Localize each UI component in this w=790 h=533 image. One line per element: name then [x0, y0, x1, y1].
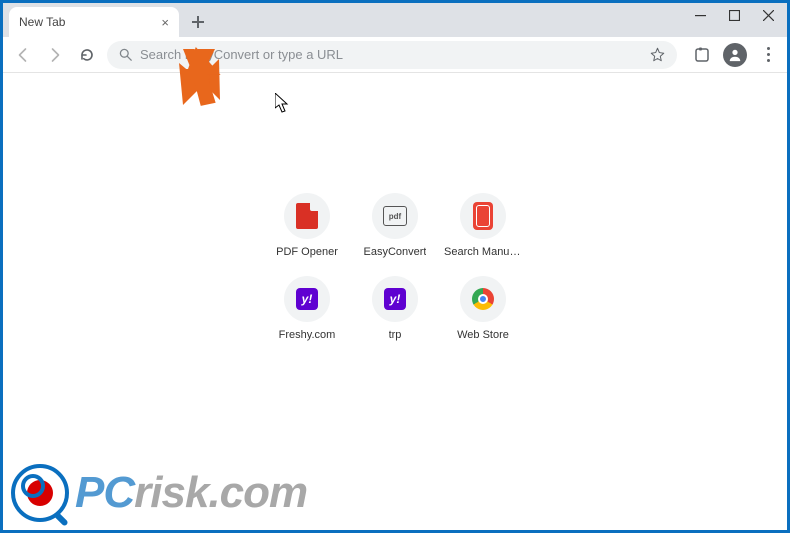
extensions-button[interactable] [691, 44, 713, 66]
close-tab-icon[interactable]: × [161, 16, 169, 29]
extension-icon [694, 47, 710, 63]
shortcut-icon [460, 193, 506, 239]
shortcut-icon: y! [372, 276, 418, 322]
shortcut-tile[interactable]: y! trp [355, 276, 435, 341]
search-icon [119, 48, 132, 61]
star-icon[interactable] [650, 47, 665, 62]
shortcut-label: PDF Opener [276, 246, 338, 258]
close-icon [763, 10, 774, 21]
window-controls [683, 3, 785, 27]
menu-button[interactable] [757, 44, 779, 66]
shortcut-tile[interactable]: y! Freshy.com [267, 276, 347, 341]
browser-toolbar [3, 37, 787, 73]
minimize-button[interactable] [683, 3, 717, 27]
shortcut-label: Search Manua... [444, 246, 522, 258]
shortcut-label: Freshy.com [279, 329, 336, 341]
reload-button[interactable] [75, 43, 99, 67]
maximize-icon [729, 10, 740, 21]
shortcut-label: EasyConvert [364, 246, 427, 258]
tab-title: New Tab [19, 15, 65, 29]
tab-strip: New Tab × [3, 3, 787, 37]
address-bar[interactable] [107, 41, 677, 69]
shortcut-tile[interactable]: pdf EasyConvert [355, 193, 435, 258]
new-tab-button[interactable] [185, 9, 211, 35]
plus-icon [192, 16, 204, 28]
close-window-button[interactable] [751, 3, 785, 27]
shortcut-tile[interactable]: Search Manua... [443, 193, 523, 258]
shortcut-label: trp [389, 329, 402, 341]
shortcut-icon: pdf [372, 193, 418, 239]
minimize-icon [695, 10, 706, 21]
kebab-menu-icon [767, 47, 770, 62]
toolbar-right [691, 43, 779, 67]
browser-tab[interactable]: New Tab × [9, 7, 179, 37]
arrow-right-icon [47, 47, 63, 63]
arrow-left-icon [15, 47, 31, 63]
person-icon [728, 48, 742, 62]
back-button[interactable] [11, 43, 35, 67]
shortcut-icon: y! [284, 276, 330, 322]
shortcut-tile[interactable]: Web Store [443, 276, 523, 341]
shortcut-tile[interactable]: PDF Opener [267, 193, 347, 258]
profile-button[interactable] [723, 43, 747, 67]
shortcut-icon [284, 193, 330, 239]
shortcut-icon [460, 276, 506, 322]
address-input[interactable] [140, 47, 642, 62]
forward-button[interactable] [43, 43, 67, 67]
maximize-button[interactable] [717, 3, 751, 27]
new-tab-content: PDF Opener pdf EasyConvert Search Manua... y… [3, 73, 787, 500]
shortcut-label: Web Store [457, 329, 509, 341]
shortcut-grid: PDF Opener pdf EasyConvert Search Manua... y… [267, 193, 523, 341]
reload-icon [79, 47, 95, 63]
